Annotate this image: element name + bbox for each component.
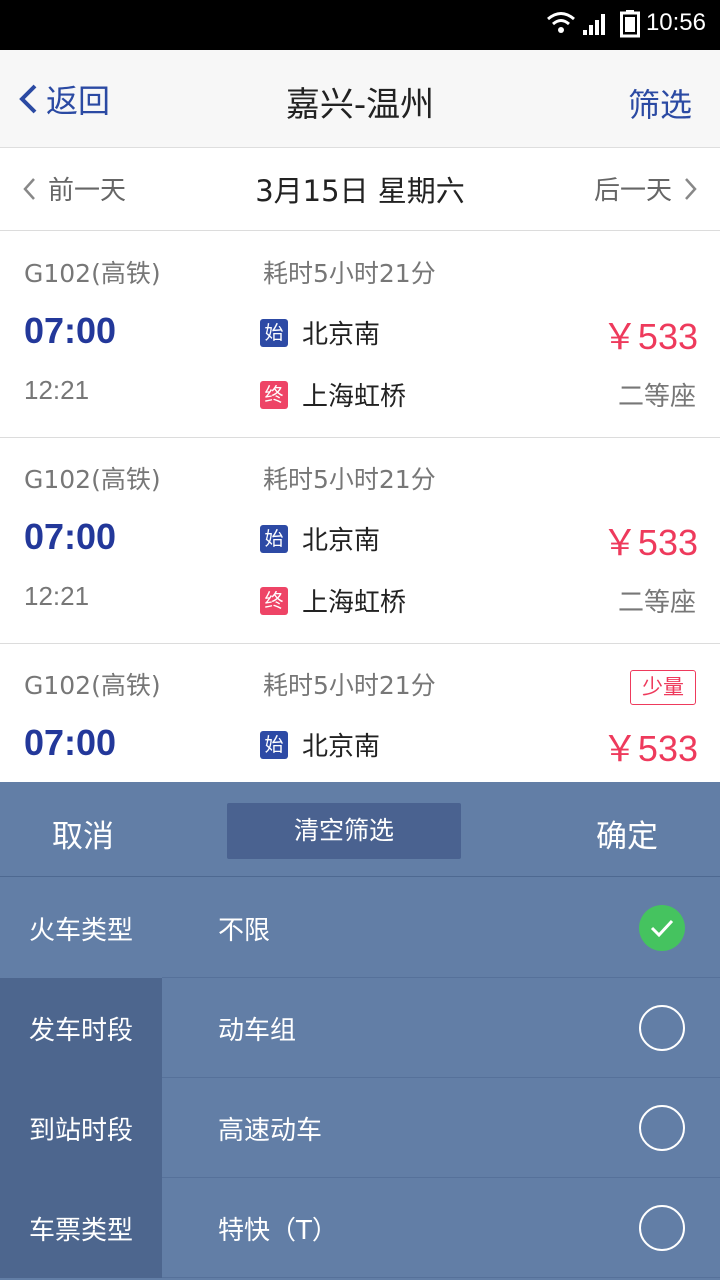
low-stock-badge: 少量 [630,670,696,705]
depart-time: 07:00 [24,310,117,351]
cancel-button[interactable]: 取消 [52,811,114,856]
option-emu[interactable]: 动车组 [162,978,720,1078]
train-number: G102(高铁) [24,465,161,494]
end-tag: 终 [260,586,288,615]
option-unlimited[interactable]: 不限 [162,878,720,978]
filter-categories: 火车类型 发车时段 到站时段 车票类型 [0,878,162,1280]
from-station: 始 北京南 [260,726,380,763]
train-row[interactable]: G102(高铁) 耗时5小时21分 07:00 12:21 始 北京南 终 上海… [0,438,720,644]
check-circle-icon[interactable] [639,905,685,951]
confirm-button[interactable]: 确定 [596,811,658,856]
end-tag: 终 [260,380,288,409]
option-label: 特快（T） [218,1216,338,1246]
radio-circle-icon[interactable] [639,1005,685,1051]
nav-bar: 返回 嘉兴-温州 筛选 [0,50,720,148]
radio-circle-icon[interactable] [639,1105,685,1151]
chevron-right-icon [685,177,697,200]
category-label: 发车时段 [28,1015,133,1046]
option-label: 高速动车 [218,1116,323,1146]
wifi-icon [547,12,575,33]
category-train-type[interactable]: 火车类型 [0,878,162,978]
start-tag: 始 [260,730,288,759]
start-tag: 始 [260,524,288,553]
filter-panel-header: 取消 清空筛选 确定 [0,782,720,877]
train-number: G102(高铁) [24,259,161,288]
price: ￥533 [601,728,698,769]
option-high-speed[interactable]: 高速动车 [162,1078,720,1178]
option-label: 动车组 [218,1016,297,1046]
clear-filter-button[interactable]: 清空筛选 [227,803,461,859]
status-bar: 10:56 [0,0,720,50]
from-station-name: 北京南 [302,320,381,350]
date-bar: 前一天 3月15日 星期六 后一天 [0,148,720,231]
radio-circle-icon[interactable] [639,1205,685,1251]
filter-options: 不限 动车组 高速动车 特快（T） [162,878,720,1280]
train-number: G102(高铁) [24,671,161,700]
seat-class: 二等座 [617,382,696,412]
to-station-name: 上海虹桥 [302,382,407,412]
from-station: 始 北京南 [260,314,380,351]
to-station: 终 上海虹桥 [260,582,406,619]
duration: 耗时5小时21分 [263,259,436,288]
clock: 10:56 [645,9,706,36]
depart-time: 07:00 [24,722,117,763]
category-label: 火车类型 [28,915,133,946]
from-station-name: 北京南 [302,732,381,762]
category-arrive-time[interactable]: 到站时段 [0,1078,162,1178]
price: ￥533 [601,522,698,563]
from-station: 始 北京南 [260,520,380,557]
to-station-name: 上海虹桥 [302,588,407,618]
arrive-time: 12:21 [24,581,90,611]
price: ￥533 [601,316,698,357]
battery-icon [620,10,640,38]
to-station: 终 上海虹桥 [260,376,406,413]
category-label: 到站时段 [28,1115,133,1146]
option-express-t[interactable]: 特快（T） [162,1178,720,1278]
category-label: 车票类型 [28,1215,133,1246]
from-station-name: 北京南 [302,526,381,556]
seat-class: 二等座 [617,588,696,618]
duration: 耗时5小时21分 [263,671,436,700]
next-day-button[interactable]: 后一天 [594,170,698,207]
next-day-label: 后一天 [593,176,672,206]
train-list: G102(高铁) 耗时5小时21分 07:00 12:21 始 北京南 终 上海… [0,232,720,850]
duration: 耗时5小时21分 [263,465,436,494]
arrive-time: 12:21 [24,375,90,405]
depart-time: 07:00 [24,516,117,557]
start-tag: 始 [260,318,288,347]
signal-icon [583,14,605,35]
filter-button[interactable]: 筛选 [628,80,692,126]
option-label: 不限 [218,916,271,946]
train-row[interactable]: G102(高铁) 耗时5小时21分 07:00 12:21 始 北京南 终 上海… [0,232,720,438]
page-title: 嘉兴-温州 [285,85,435,125]
category-ticket-type[interactable]: 车票类型 [0,1178,162,1278]
category-depart-time[interactable]: 发车时段 [0,978,162,1078]
filter-panel: 取消 清空筛选 确定 火车类型 发车时段 到站时段 车票类型 不限 动车组 高速… [0,782,720,1280]
